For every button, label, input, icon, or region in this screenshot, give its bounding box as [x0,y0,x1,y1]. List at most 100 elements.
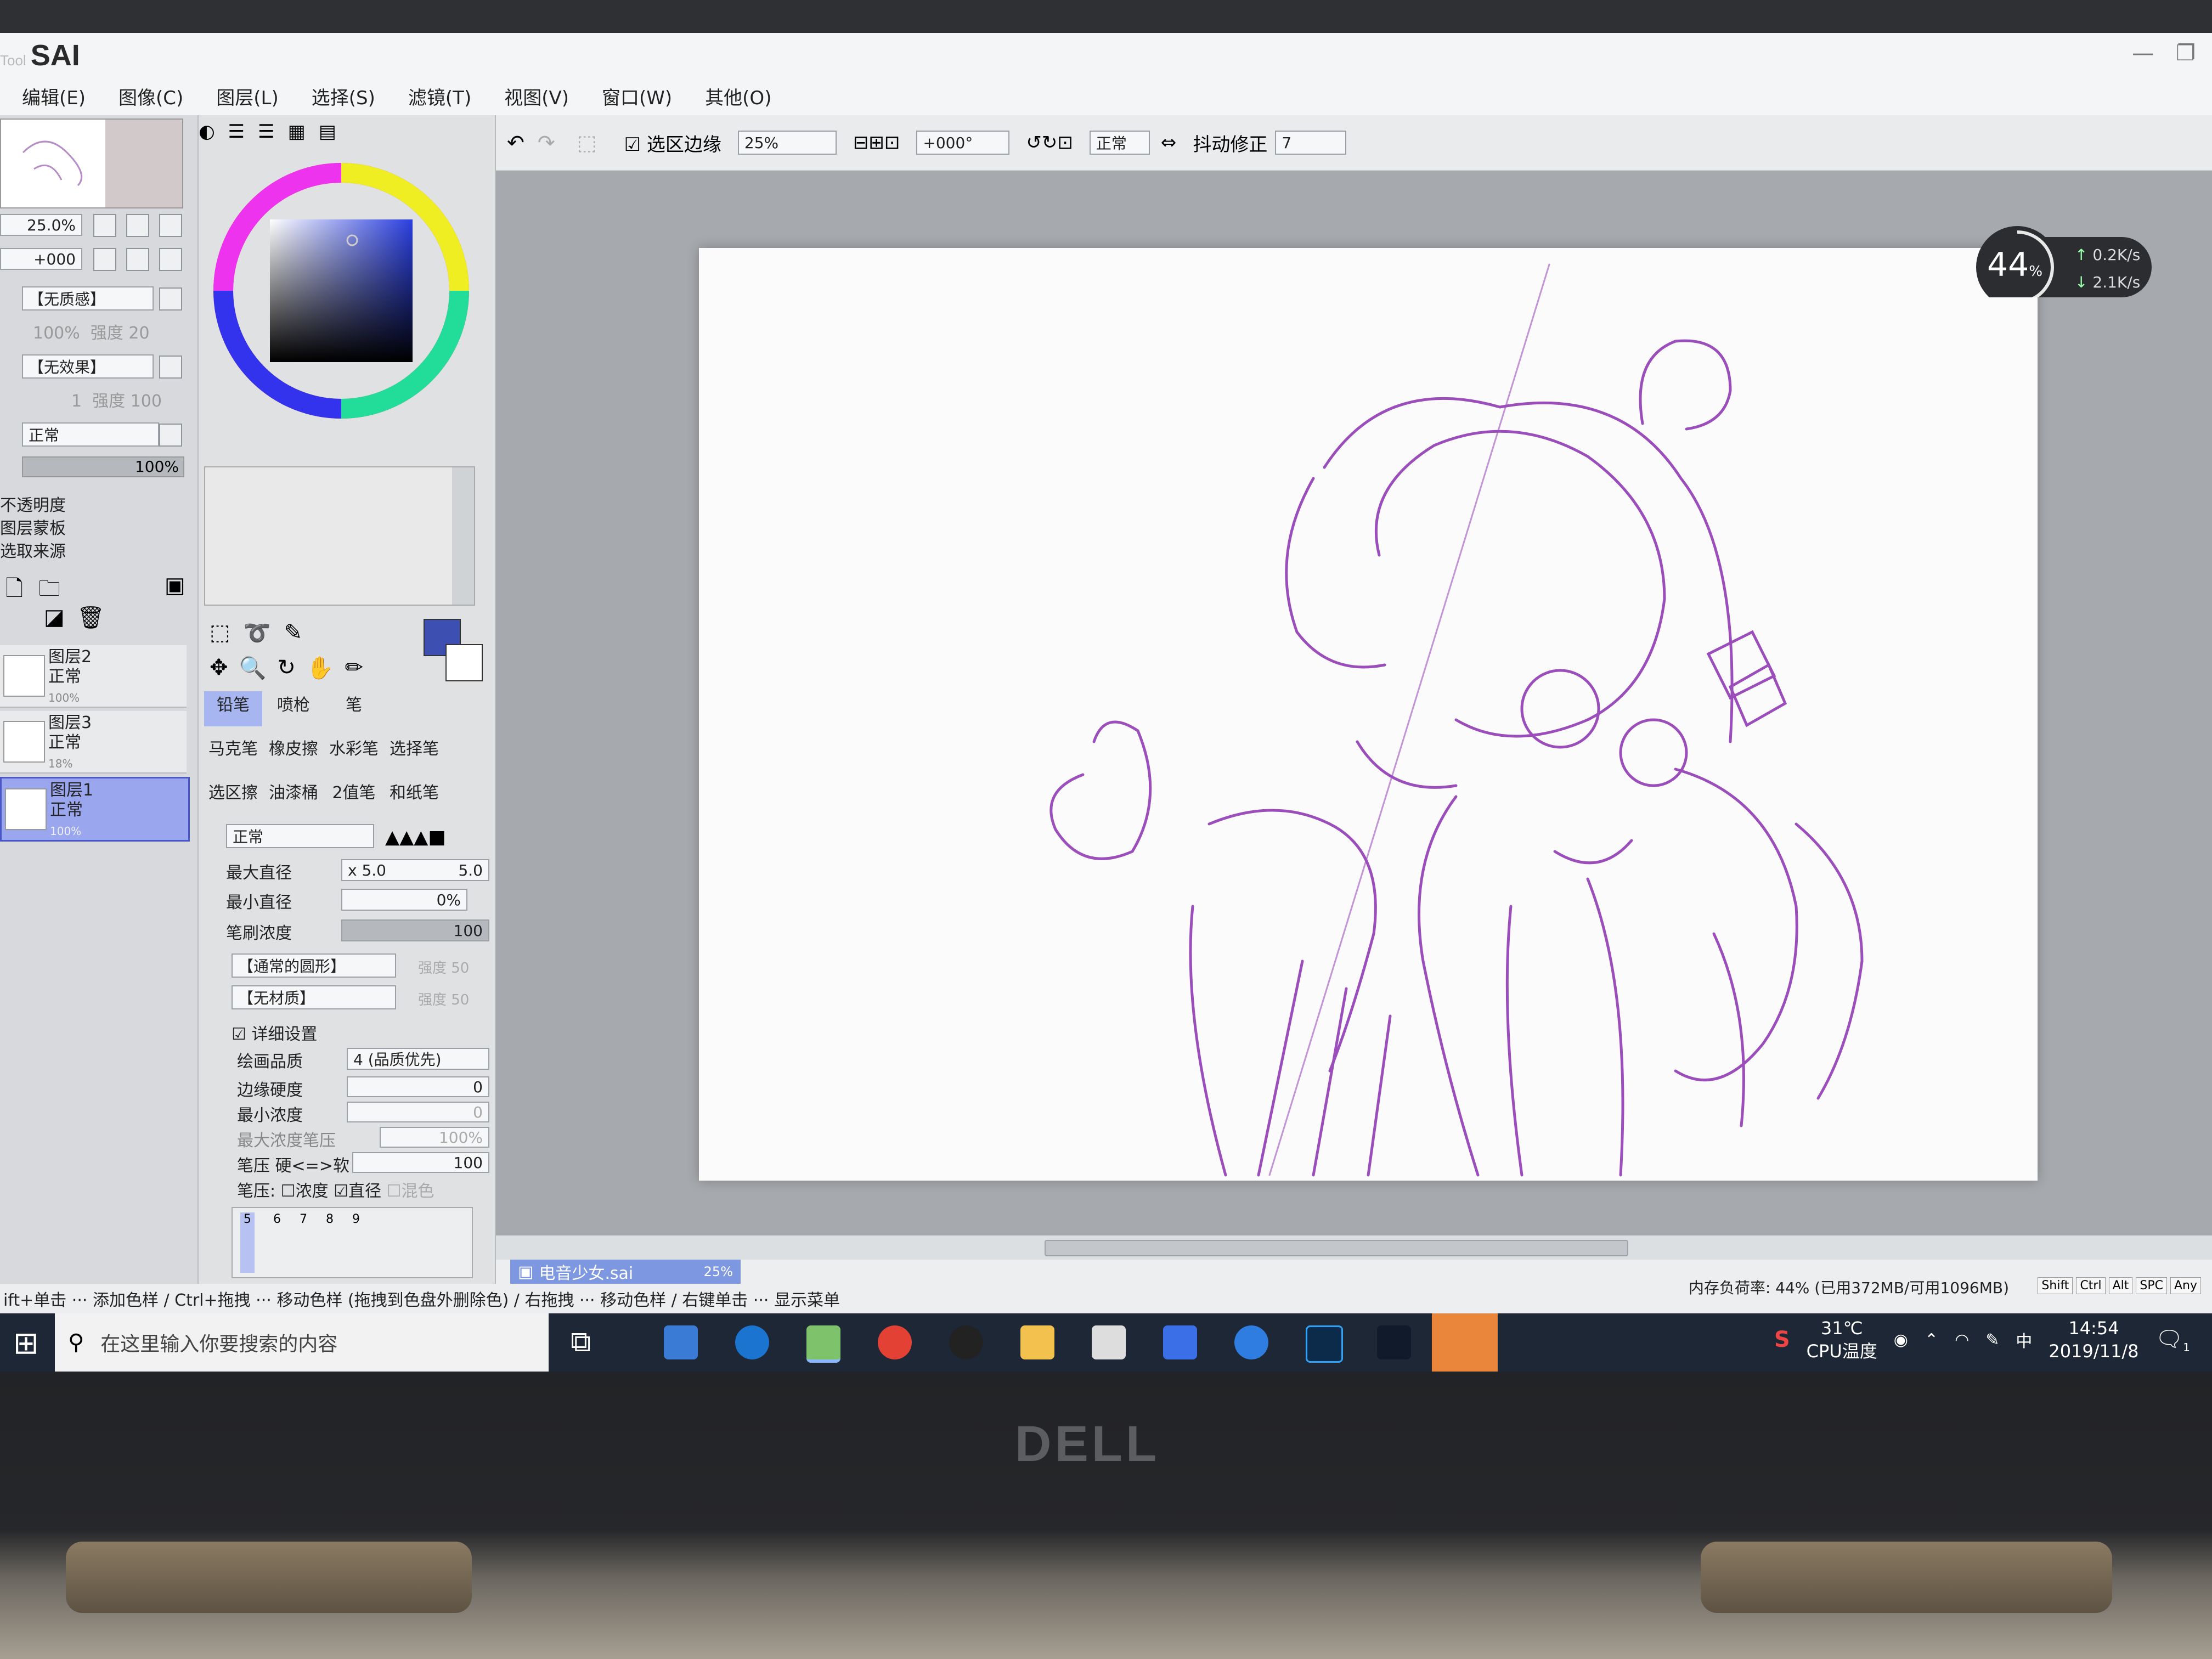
sogou-icon[interactable]: S [1774,1327,1790,1352]
rotate-icon[interactable]: ↻ [277,655,296,681]
pressure-diameter-checkbox[interactable]: ☑直径 [334,1182,381,1201]
swatch-palette[interactable] [204,466,475,606]
zoom-out-button[interactable] [93,214,116,237]
size-preset[interactable]: 5 [240,1212,255,1273]
new-layer-icon[interactable]: 🗋 [5,573,23,610]
brush-mode-select[interactable]: 正常 [226,824,374,848]
menu-layer[interactable]: 图层(L) [216,83,278,110]
tool-airbrush[interactable]: 喷枪 [264,691,323,726]
tool-pencil[interactable]: 铅笔 [204,691,262,726]
tool-marker[interactable]: 马克笔 [204,735,262,770]
chrome-icon[interactable] [878,1325,912,1359]
scrollbar[interactable] [452,467,474,605]
clock[interactable]: 14:54 2019/11/8 [2049,1317,2138,1363]
windows-start-icon[interactable]: ⊞ [13,1325,39,1361]
rotate-reset-button[interactable] [159,248,182,271]
edge-hardness-field[interactable]: 0 [347,1076,489,1097]
rotate-left-button[interactable] [93,248,116,271]
max-density-pressure-field[interactable]: 100% [380,1127,489,1148]
secondary-color-swatch[interactable] [445,644,483,681]
photoshop-icon[interactable] [1306,1325,1343,1363]
qq-icon[interactable] [949,1325,983,1359]
menu-image[interactable]: 图像(C) [119,83,183,110]
texture-dropdown-button[interactable] [159,287,182,311]
scratchpad-tab-icon[interactable]: ▤ [319,121,336,148]
pen-icon[interactable]: ✎ [1985,1330,1999,1350]
effect-dropdown-button[interactable] [159,356,182,379]
navigator-rotation-field[interactable]: +000 [0,248,82,270]
eyedropper-icon[interactable]: ✏ [345,655,364,681]
modkey-alt[interactable]: Alt [2108,1277,2133,1294]
menu-filter[interactable]: 滤镜(T) [408,83,471,110]
tool-select-pen[interactable]: 选择笔 [385,735,443,770]
task-view-icon[interactable]: ⧉ [571,1325,591,1359]
file-explorer-icon[interactable] [1020,1325,1054,1359]
texture-select[interactable]: 【无质感】 [22,286,154,311]
tray-chevron-icon[interactable]: ⌃ [1925,1330,1938,1350]
magic-wand-icon[interactable]: ✎ [284,620,303,646]
hand-icon[interactable]: ✋ [307,655,334,681]
rotate-buttons[interactable]: ↺↻⊡ [1026,132,1073,154]
mail-icon[interactable] [1092,1325,1126,1359]
tool-washi-pen[interactable]: 和纸笔 [385,779,443,814]
size-preset[interactable]: 8 [326,1212,334,1273]
tool-select-eraser[interactable]: 选区擦 [204,779,262,814]
layer-item-selected[interactable]: 图层1 正常 100% [0,777,190,842]
layer-item[interactable]: 图层2 正常 100% [0,645,187,708]
size-preset[interactable]: 7 [300,1212,307,1273]
security-icon[interactable]: ◉ [1894,1330,1908,1350]
opacity-protect-label[interactable]: 不透明度 [0,492,66,516]
color-wheel-tab-icon[interactable]: ◐ [199,121,215,148]
flip-icon[interactable]: ⇔ [1161,132,1177,154]
blend-mode-select[interactable]: 正常 [22,422,159,447]
delete-layer-icon[interactable]: 🗑 [77,605,105,630]
navigator-preview[interactable] [0,119,183,208]
size-preset[interactable]: 9 [352,1212,360,1273]
tool-brush[interactable]: 笔 [325,691,383,726]
tool-watercolor[interactable]: 水彩笔 [325,735,383,770]
undo-icon[interactable]: ↶ [507,131,524,155]
drawing-canvas[interactable] [699,248,2038,1181]
move-icon[interactable]: ✥ [210,655,228,681]
merge-down-icon[interactable]: ◪ [44,605,65,630]
hsv-slider-tab-icon[interactable]: ☰ [258,121,274,148]
tool-eraser[interactable]: 橡皮擦 [264,735,323,770]
navigator-zoom-field[interactable]: 25.0% [0,214,82,236]
brush-material-select[interactable]: 【无材质】 [232,985,396,1009]
redo-icon[interactable]: ↷ [538,131,555,155]
rect-select-icon[interactable]: ⬚ [210,620,230,646]
menu-edit[interactable]: 编辑(E) [22,83,86,110]
scroll-thumb[interactable] [1045,1240,1628,1256]
menu-view[interactable]: 视图(V) [504,83,569,110]
canvas-area[interactable]: 44% ↑ 0.2K/s ↓ 2.1K/s [496,171,2212,1235]
stabilizer-select[interactable]: 7 [1275,131,1347,155]
brush-shape-icons[interactable]: ▲▲▲■ [385,826,446,848]
blend-mode-dropdown-button[interactable] [159,424,182,447]
store-icon[interactable] [664,1325,698,1359]
tool-binary-pen[interactable]: 2值笔 [325,779,383,814]
notification-icon[interactable]: 🗨1 [2155,1326,2190,1354]
feishu-icon[interactable] [1163,1325,1197,1359]
menu-window[interactable]: 窗口(W) [602,83,672,110]
quality-select[interactable]: 4 (品质优先) [347,1048,489,1070]
browser-icon[interactable] [1234,1325,1268,1359]
swatch-tab-icon[interactable]: ▦ [288,121,306,148]
minimize-icon[interactable]: — [2132,41,2154,66]
layer-mask-icon[interactable]: ▣ [165,573,185,598]
size-preset[interactable]: 6 [273,1212,281,1273]
modkey-shift[interactable]: Shift [2038,1277,2073,1294]
zoom-icon[interactable]: 🔍 [239,655,267,681]
modkey-any[interactable]: Any [2170,1277,2201,1294]
deselect-icon[interactable]: ⬚ [577,131,597,155]
tool-bucket[interactable]: 油漆桶 [264,779,323,814]
select-edge-checkbox[interactable]: ☑ 选区边缘 [624,129,721,156]
zoom-select[interactable]: 25% [737,131,837,155]
rgb-slider-tab-icon[interactable]: ☰ [228,121,245,148]
color-wheel[interactable] [210,159,473,422]
modkey-ctrl[interactable]: Ctrl [2076,1277,2106,1294]
max-diameter-field[interactable]: x 5.0 5.0 [341,859,489,881]
detail-settings-checkbox[interactable]: ☑ 详细设置 [232,1020,317,1045]
taskbar-search[interactable]: ⚲ 在这里输入你要搜索的内容 [55,1313,549,1372]
wifi-icon[interactable]: ◠ [1955,1330,1969,1350]
zoom-reset-button[interactable] [159,214,182,237]
